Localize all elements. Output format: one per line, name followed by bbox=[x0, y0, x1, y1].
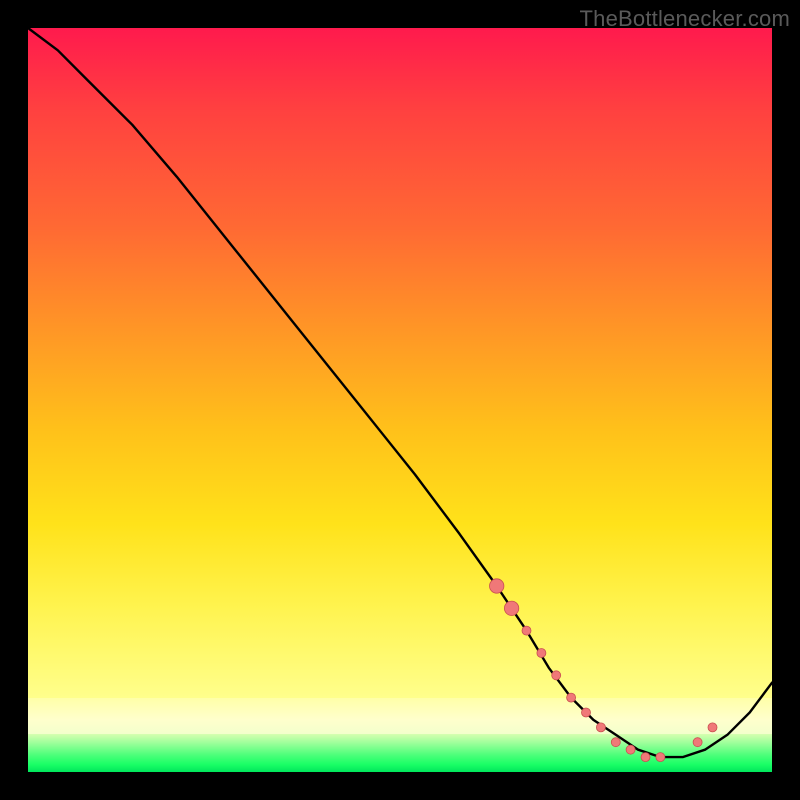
bottleneck-curve bbox=[28, 28, 772, 757]
marker-group bbox=[490, 579, 718, 762]
marker-point bbox=[626, 745, 635, 754]
marker-point bbox=[582, 708, 591, 717]
chart-frame: TheBottlenecker.com bbox=[0, 0, 800, 800]
marker-point bbox=[490, 579, 504, 593]
marker-point bbox=[552, 671, 561, 680]
marker-point bbox=[522, 626, 531, 635]
marker-point bbox=[611, 738, 620, 747]
marker-point bbox=[708, 723, 717, 732]
marker-point bbox=[567, 693, 576, 702]
chart-svg bbox=[28, 28, 772, 772]
marker-point bbox=[656, 753, 665, 762]
plot-area bbox=[28, 28, 772, 772]
marker-point bbox=[504, 601, 518, 615]
marker-point bbox=[641, 753, 650, 762]
marker-point bbox=[693, 738, 702, 747]
marker-point bbox=[537, 649, 546, 658]
marker-point bbox=[596, 723, 605, 732]
